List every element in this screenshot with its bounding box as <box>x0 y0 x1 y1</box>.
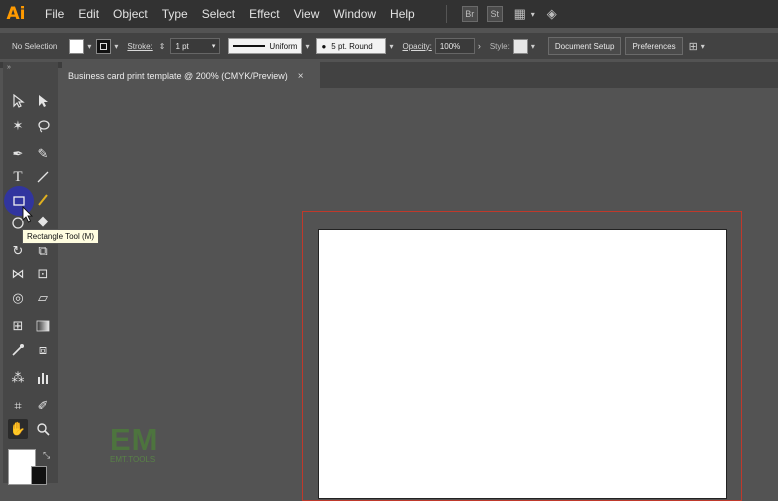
stroke-profile-value: Uniform <box>269 41 298 51</box>
watermark-text: EMT.TOOLS <box>110 455 156 464</box>
watermark: EM EMT.TOOLS <box>110 422 159 464</box>
brush-dot-icon: ● <box>321 41 327 51</box>
style-swatch[interactable] <box>512 38 528 54</box>
column-graph-tool-icon[interactable] <box>34 369 52 387</box>
eyedropper-tool-icon[interactable] <box>9 341 27 359</box>
shape-builder-tool-icon[interactable]: ◎ <box>9 289 27 307</box>
artboard[interactable] <box>318 229 727 499</box>
chevron-down-icon[interactable]: ▾ <box>701 42 705 51</box>
style-label: Style: <box>489 41 510 51</box>
watermark-logo: EM <box>110 422 159 457</box>
menu-help[interactable]: Help <box>390 7 415 21</box>
menu-edit[interactable]: Edit <box>78 7 99 21</box>
stroke-label[interactable]: Stroke: <box>127 42 152 51</box>
magic-wand-tool-icon[interactable]: ✶ <box>9 117 27 135</box>
chevron-down-icon[interactable]: ▾ <box>305 42 309 51</box>
tools-panel: » ✶ ✒ ✎ T ◆ ↻ ⧉ ⋈ ⊡ ◎ ▱ ⊞ ⧈ ⁂ ⌗ ✐ ✋ <box>3 62 58 483</box>
chevron-right-icon[interactable]: › <box>478 41 481 51</box>
chevron-down-icon[interactable]: ▾ <box>389 42 393 51</box>
lasso-tool-icon[interactable] <box>34 117 52 135</box>
eraser-tool-icon[interactable]: ◆ <box>34 212 52 230</box>
document-tab-title: Business card print template @ 200% (CMY… <box>68 71 288 81</box>
type-tool-icon[interactable]: T <box>9 168 27 186</box>
line-segment-tool-icon[interactable] <box>34 168 52 186</box>
preferences-button[interactable]: Preferences <box>625 37 683 55</box>
width-tool-icon[interactable]: ⋈ <box>9 265 27 283</box>
close-icon[interactable]: × <box>298 71 304 82</box>
document-tab[interactable]: Business card print template @ 200% (CMY… <box>62 62 320 90</box>
stroke-color-box[interactable] <box>31 466 47 485</box>
rotate-tool-icon[interactable]: ↻ <box>9 242 27 260</box>
blend-tool-icon[interactable]: ⧈ <box>34 341 52 359</box>
direct-selection-tool-icon[interactable] <box>34 92 52 110</box>
fill-swatch[interactable] <box>69 38 85 54</box>
tooltip: Rectangle Tool (M) <box>22 229 99 244</box>
menu-effect[interactable]: Effect <box>249 7 279 21</box>
stepper-icon[interactable]: ⇕ <box>159 42 166 51</box>
menu-type[interactable]: Type <box>162 7 188 21</box>
brush-value: 5 pt. Round <box>331 41 373 51</box>
opacity-value: 100% <box>439 41 461 51</box>
stroke-profile-field[interactable]: Uniform <box>228 38 303 54</box>
menu-view[interactable]: View <box>294 7 320 21</box>
pen-tool-icon[interactable]: ✒ <box>9 145 27 163</box>
illustrator-logo: Ai <box>6 4 26 24</box>
selection-status: No Selection <box>12 41 58 51</box>
zoom-tool-icon[interactable] <box>34 420 52 438</box>
stroke-line-icon <box>233 45 266 47</box>
bridge-icon[interactable]: Br <box>461 6 478 22</box>
document-tab-bar: Business card print template @ 200% (CMY… <box>62 62 778 90</box>
mesh-tool-icon[interactable]: ⊞ <box>9 317 27 335</box>
symbol-sprayer-tool-icon[interactable]: ⁂ <box>9 369 27 387</box>
scale-tool-icon[interactable]: ⧉ <box>34 242 52 260</box>
gpu-performance-icon[interactable]: ◈ <box>544 6 560 22</box>
curvature-tool-icon[interactable]: ✎ <box>34 145 52 163</box>
chevron-down-icon[interactable]: ▾ <box>531 42 535 51</box>
paintbrush-tool-icon[interactable] <box>34 191 52 209</box>
chevron-down-icon[interactable]: ▾ <box>114 42 118 51</box>
slice-tool-icon[interactable]: ✐ <box>34 397 52 415</box>
perspective-grid-tool-icon[interactable]: ▱ <box>34 289 52 307</box>
menu-file[interactable]: File <box>45 7 64 21</box>
chevron-down-icon[interactable]: ▾ <box>531 10 535 19</box>
chevron-down-icon[interactable]: ▾ <box>212 42 216 50</box>
menu-select[interactable]: Select <box>202 7 235 21</box>
menu-bar: Ai File Edit Object Type Select Effect V… <box>0 0 778 28</box>
arrange-documents-icon[interactable]: ⊞ <box>689 40 698 53</box>
stroke-weight-field[interactable]: 1 pt ▾ <box>170 38 221 54</box>
mouse-pointer-icon <box>22 206 34 223</box>
chevron-down-icon[interactable]: ▾ <box>87 42 91 51</box>
stroke-weight-value: 1 pt <box>175 41 189 51</box>
workspace-layout-icon[interactable]: ▦ <box>512 6 528 22</box>
artboard-tool-icon[interactable]: ⌗ <box>9 397 27 415</box>
gradient-tool-icon[interactable] <box>34 317 52 335</box>
document-setup-button[interactable]: Document Setup <box>547 37 622 55</box>
hand-tool-icon[interactable]: ✋ <box>8 419 28 439</box>
control-panel: No Selection ▾ ▾ Stroke: ⇕ 1 pt ▾ Unifor… <box>0 33 778 59</box>
brush-field[interactable]: ● 5 pt. Round <box>316 38 387 54</box>
swap-fill-stroke-icon[interactable]: ⤡ <box>43 450 50 461</box>
opacity-field[interactable]: 100% <box>434 38 475 54</box>
collapse-panel-icon[interactable]: » <box>7 64 11 71</box>
opacity-label[interactable]: Opacity: <box>402 42 431 51</box>
stroke-swatch[interactable] <box>96 38 112 54</box>
menu-window[interactable]: Window <box>333 7 376 21</box>
free-transform-tool-icon[interactable]: ⊡ <box>34 265 52 283</box>
menu-divider <box>445 5 447 23</box>
selection-tool-icon[interactable] <box>9 92 27 110</box>
menu-object[interactable]: Object <box>113 7 148 21</box>
stock-icon[interactable]: St <box>486 6 503 22</box>
